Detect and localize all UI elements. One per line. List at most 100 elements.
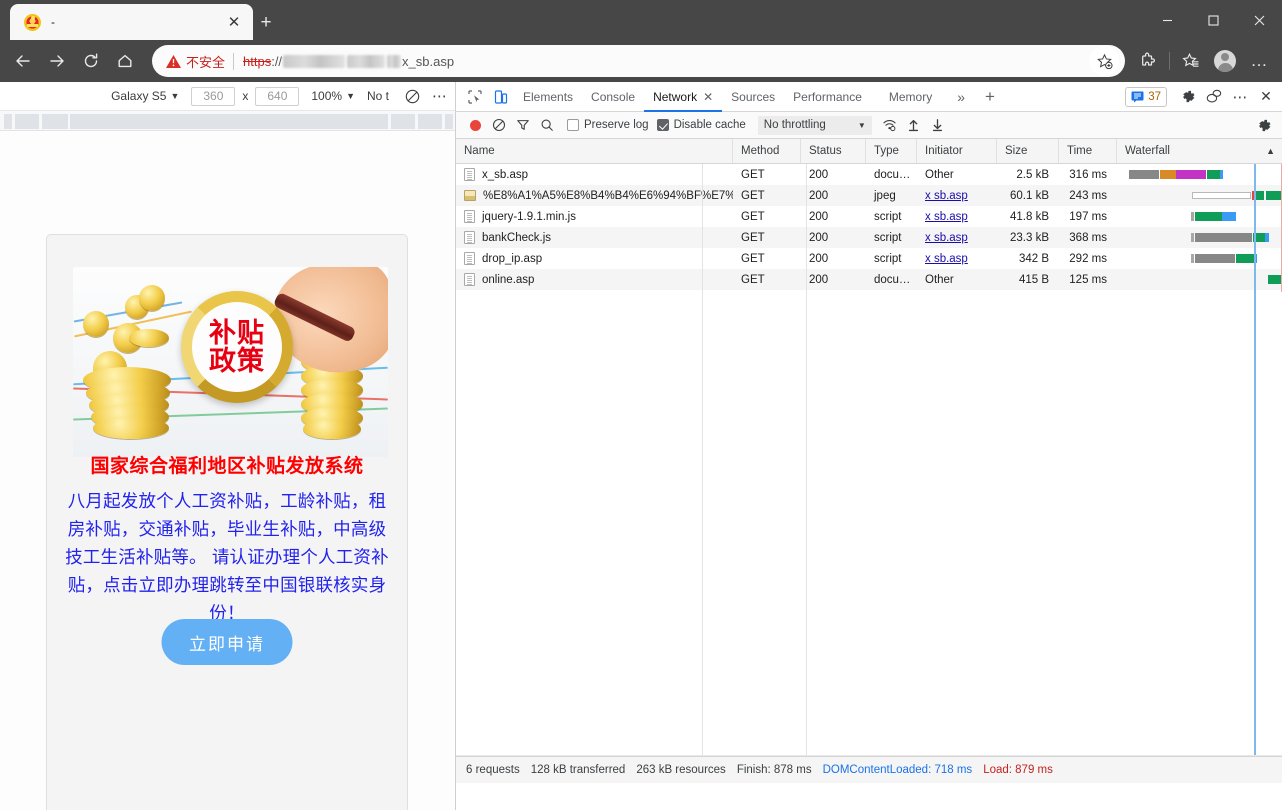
close-tab-icon[interactable]: ✕	[703, 90, 713, 104]
network-filter-toolbar: Preserve log Disable cache No throttling…	[456, 112, 1282, 139]
column-header-size[interactable]: Size	[997, 139, 1059, 163]
waterfall-ttfb-bar	[1255, 191, 1264, 200]
column-header-waterfall[interactable]: Waterfall ▲	[1117, 139, 1282, 163]
request-method: GET	[733, 269, 801, 290]
request-time: 316 ms	[1059, 164, 1117, 185]
request-type: jpeg	[866, 185, 917, 206]
search-icon[interactable]	[535, 113, 559, 137]
export-har-icon[interactable]	[926, 113, 950, 137]
new-tab-button[interactable]: +	[252, 8, 280, 36]
table-row[interactable]: drop_ip.asp GET 200 script x sb.asp 342 …	[456, 248, 1282, 269]
request-status: 200	[801, 185, 866, 206]
toggle-device-toolbar-icon[interactable]	[488, 84, 514, 110]
inspect-element-icon[interactable]	[462, 84, 488, 110]
tab-memory[interactable]: Memory	[871, 82, 941, 111]
device-height-value: 640	[255, 87, 299, 106]
table-row[interactable]: x_sb.asp GET 200 docu… Other 2.5 kB 316 …	[456, 164, 1282, 185]
throttling-value: No throttling	[764, 119, 826, 131]
browser-settings-menu[interactable]: …	[1242, 44, 1276, 78]
rotate-icon[interactable]	[405, 89, 420, 104]
network-throttle-selector[interactable]: No t	[367, 89, 393, 103]
zoom-selector[interactable]: 100% ▼	[311, 89, 355, 103]
request-initiator-link[interactable]: x sb.asp	[925, 190, 968, 202]
omnibox[interactable]: 不安全 https://x_sb.asp	[152, 45, 1125, 77]
ruler-segment	[15, 114, 39, 129]
column-header-time[interactable]: Time	[1059, 139, 1117, 163]
forward-button[interactable]	[40, 44, 74, 78]
column-header-status[interactable]: Status	[801, 139, 866, 163]
browser-tab[interactable]: - ✕	[10, 4, 253, 40]
filter-icon[interactable]	[511, 113, 535, 137]
disable-cache-checkbox[interactable]: Disable cache	[657, 119, 746, 131]
network-settings-icon[interactable]	[1252, 113, 1276, 137]
apply-now-button[interactable]: 立即申请	[162, 619, 293, 665]
emulated-page-area: Galaxy S5 ▼ 360 x 640 100% ▼ No t ⋯	[0, 82, 455, 810]
table-row[interactable]: jquery-1.9.1.min.js GET 200 script x sb.…	[456, 206, 1282, 227]
close-icon[interactable]: ✕	[223, 11, 245, 33]
request-initiator-link[interactable]: x sb.asp	[925, 211, 968, 223]
tab-elements[interactable]: Elements	[514, 82, 582, 111]
clear-icon[interactable]	[487, 113, 511, 137]
request-initiator-link[interactable]: x sb.asp	[925, 232, 968, 244]
import-har-icon[interactable]	[902, 113, 926, 137]
waterfall-cell	[1117, 164, 1282, 185]
tab-label: Console	[591, 90, 635, 104]
request-initiator-link[interactable]: x sb.asp	[925, 253, 968, 265]
request-name: jquery-1.9.1.min.js	[482, 211, 576, 223]
waterfall-cell	[1117, 227, 1282, 248]
table-row[interactable]: online.asp GET 200 docu… Other 415 B 125…	[456, 269, 1282, 290]
tab-network[interactable]: Network ✕	[644, 82, 722, 111]
add-favorite-icon[interactable]	[1089, 46, 1119, 76]
add-tab-icon[interactable]: +	[973, 87, 1003, 107]
url-redacted-block	[283, 55, 345, 68]
tab-sources[interactable]: Sources	[722, 82, 784, 111]
omnibox-divider	[233, 53, 234, 70]
document-icon	[464, 231, 475, 244]
issues-icon	[1131, 91, 1144, 103]
device-selector[interactable]: Galaxy S5 ▼	[111, 89, 179, 103]
device-emulation-toolbar: Galaxy S5 ▼ 360 x 640 100% ▼ No t ⋯	[0, 82, 455, 111]
tab-performance[interactable]: Performance	[784, 82, 871, 111]
network-conditions-icon[interactable]	[878, 113, 902, 137]
ruler-segment	[70, 114, 388, 129]
column-header-name[interactable]: Name	[456, 139, 733, 163]
profile-avatar[interactable]	[1208, 44, 1242, 78]
device-width-value: 360	[191, 87, 235, 106]
column-header-method[interactable]: Method	[733, 139, 801, 163]
column-header-waterfall-label: Waterfall	[1125, 145, 1170, 157]
devtools-more-icon[interactable]: ⋯	[1227, 84, 1253, 110]
column-header-initiator[interactable]: Initiator	[917, 139, 997, 163]
extensions-icon[interactable]	[1131, 44, 1165, 78]
chevron-down-icon: ▼	[170, 91, 179, 101]
waterfall-stalled-bar	[1160, 170, 1176, 179]
waterfall-cell	[1117, 185, 1282, 206]
sort-arrow-icon: ▲	[1266, 146, 1275, 156]
table-row[interactable]: %E8%A1%A5%E8%B4%B4%E6%94%BF%E7%… GET 200…	[456, 185, 1282, 206]
device-width-input[interactable]: 360	[191, 87, 235, 106]
more-tabs-icon[interactable]: »	[941, 89, 973, 105]
close-window-button[interactable]	[1236, 0, 1282, 40]
throttling-selector[interactable]: No throttling ▼	[758, 116, 872, 135]
device-toolbar-more[interactable]: ⋯	[432, 87, 447, 105]
request-size: 41.8 kB	[997, 206, 1059, 227]
preserve-log-checkbox[interactable]: Preserve log	[567, 119, 649, 131]
issues-button[interactable]: 37	[1125, 87, 1167, 107]
close-devtools-icon[interactable]: ✕	[1253, 84, 1279, 110]
table-row[interactable]: bankCheck.js GET 200 script x sb.asp 23.…	[456, 227, 1282, 248]
request-size: 342 B	[997, 248, 1059, 269]
back-button[interactable]	[6, 44, 40, 78]
column-header-type[interactable]: Type	[866, 139, 917, 163]
tab-console[interactable]: Console	[582, 82, 644, 111]
minimize-button[interactable]	[1144, 0, 1190, 40]
feedback-icon[interactable]	[1201, 84, 1227, 110]
home-button[interactable]	[108, 44, 142, 78]
waterfall-download-bar	[1266, 191, 1282, 200]
collections-icon[interactable]	[1174, 44, 1208, 78]
waterfall-cell	[1117, 269, 1282, 290]
gear-icon[interactable]	[1175, 84, 1201, 110]
tab-label: Performance	[793, 90, 862, 104]
maximize-button[interactable]	[1190, 0, 1236, 40]
record-button[interactable]	[463, 113, 487, 137]
reload-button[interactable]	[74, 44, 108, 78]
device-height-input[interactable]: 640	[255, 87, 299, 106]
